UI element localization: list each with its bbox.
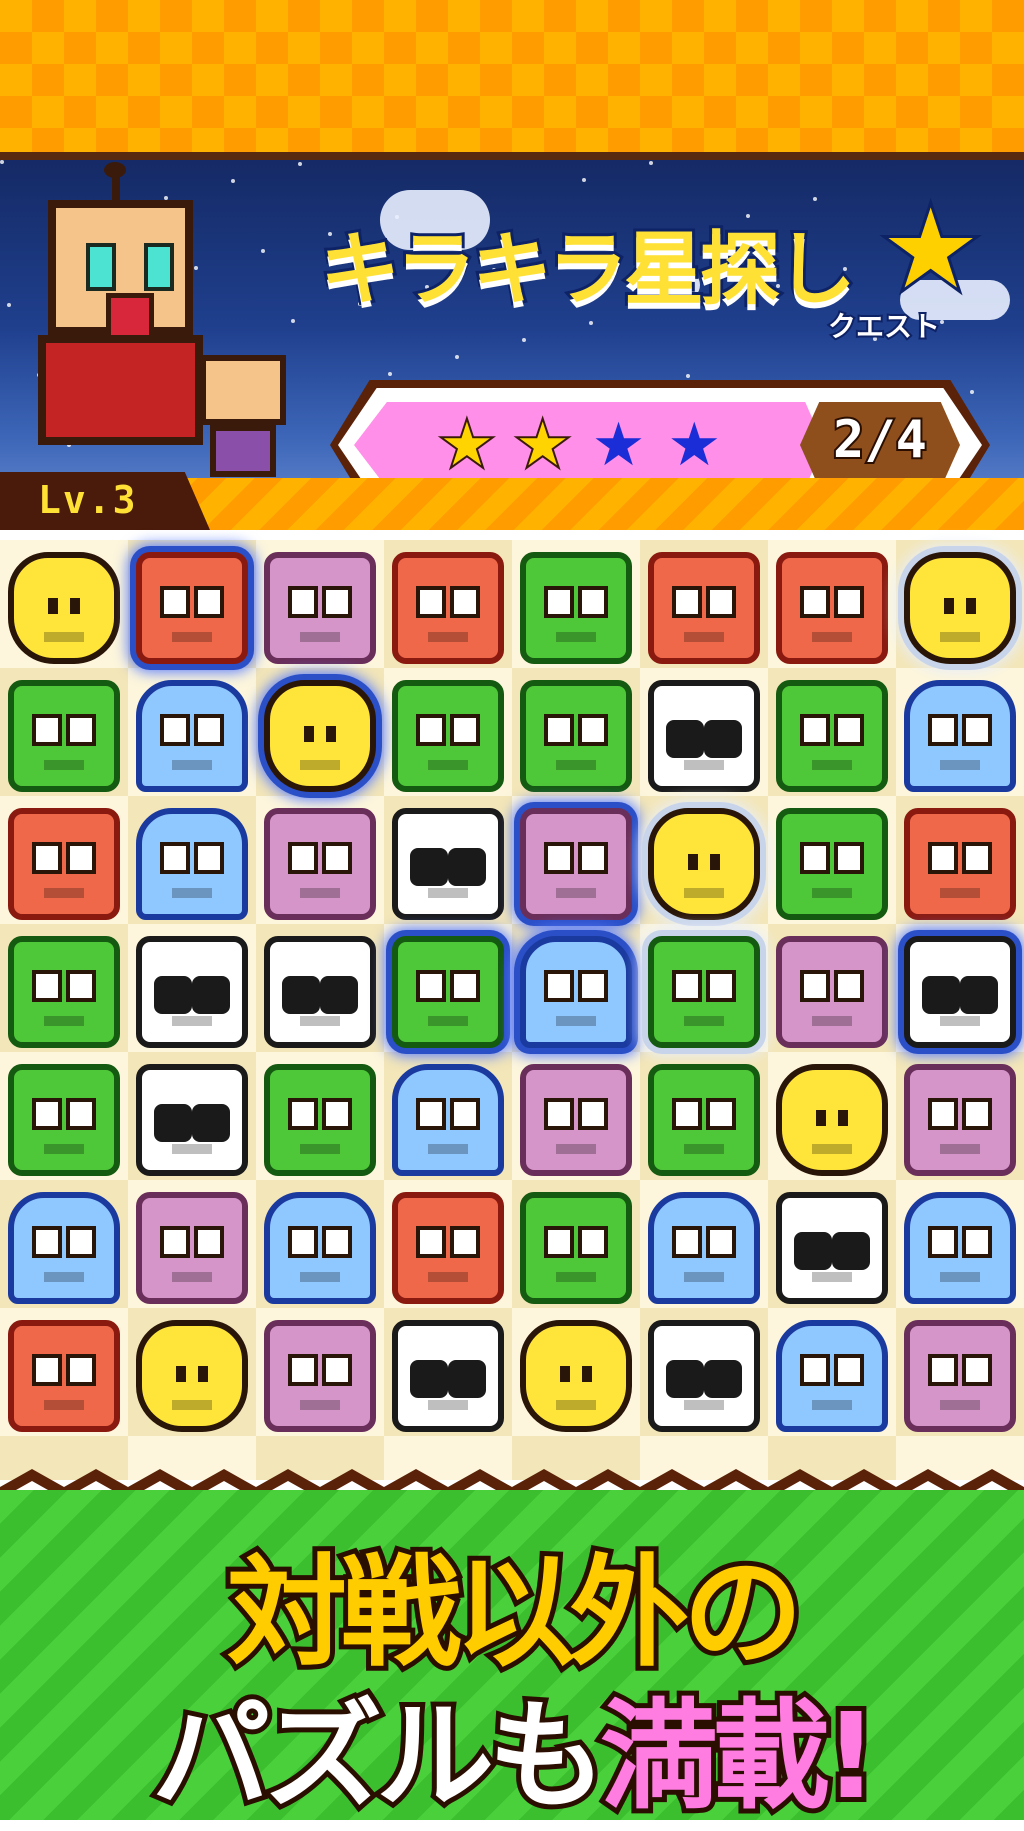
- frog-tile[interactable]: [8, 936, 120, 1048]
- monkey-tile[interactable]: [776, 552, 888, 664]
- quest-title: キラキラ星探し クエスト ★: [317, 182, 983, 345]
- frog-tile[interactable]: [264, 1064, 376, 1176]
- elephant-tile[interactable]: [8, 1192, 120, 1304]
- hippo-tile[interactable]: [264, 552, 376, 664]
- giraffe-tile[interactable]: [8, 552, 120, 664]
- hippo-tile[interactable]: [904, 1320, 1016, 1432]
- sky-star-dot: [7, 303, 11, 307]
- star-collected-icon: ★: [514, 408, 572, 482]
- panda-tile[interactable]: [136, 1064, 248, 1176]
- elephant-tile[interactable]: [136, 680, 248, 792]
- panda-tile[interactable]: [648, 680, 760, 792]
- elephant-tile[interactable]: [904, 680, 1016, 792]
- hippo-tile[interactable]: [520, 808, 632, 920]
- monkey-tile[interactable]: [8, 1320, 120, 1432]
- star-collected-icon: ★: [438, 408, 496, 482]
- elephant-tile[interactable]: [264, 1192, 376, 1304]
- sky-star-dot: [231, 179, 235, 183]
- monkey-tile[interactable]: [8, 808, 120, 920]
- hippo-tile[interactable]: [264, 1320, 376, 1432]
- kid-character: [200, 355, 290, 485]
- frog-tile[interactable]: [520, 1192, 632, 1304]
- frog-tile[interactable]: [776, 680, 888, 792]
- elephant-tile[interactable]: [136, 808, 248, 920]
- hippo-tile[interactable]: [520, 1064, 632, 1176]
- giraffe-tile[interactable]: [264, 680, 376, 792]
- sky-star-dot: [649, 161, 653, 165]
- level-label: Lv.3: [38, 478, 138, 522]
- sky-star-dot: [455, 355, 459, 359]
- monkey-tile[interactable]: [904, 808, 1016, 920]
- sky-star-dot: [522, 338, 526, 342]
- promo-line-2-pink: 満載!: [595, 1682, 883, 1830]
- giraffe-tile[interactable]: [648, 808, 760, 920]
- monkey-tile[interactable]: [392, 1192, 504, 1304]
- promo-line-2-white: パズルも: [147, 1682, 611, 1830]
- sky-star-dot: [582, 178, 586, 182]
- panda-tile[interactable]: [264, 936, 376, 1048]
- sky-star-dot: [388, 372, 392, 376]
- frog-tile[interactable]: [8, 1064, 120, 1176]
- panda-tile[interactable]: [776, 1192, 888, 1304]
- star-count: 2/4: [831, 408, 929, 472]
- puzzle-board[interactable]: [0, 540, 1024, 1480]
- sky-star-dot: [686, 374, 690, 378]
- giraffe-tile[interactable]: [136, 1320, 248, 1432]
- elephant-tile[interactable]: [776, 1320, 888, 1432]
- elephant-tile[interactable]: [392, 1064, 504, 1176]
- frog-tile[interactable]: [648, 936, 760, 1048]
- title-star-icon: ★: [878, 182, 983, 316]
- frog-tile[interactable]: [520, 680, 632, 792]
- giraffe-tile[interactable]: [904, 552, 1016, 664]
- sky-star-dot: [298, 162, 302, 166]
- elephant-tile[interactable]: [520, 936, 632, 1048]
- star-empty-icon: ★: [591, 410, 646, 480]
- monkey-tile[interactable]: [392, 552, 504, 664]
- panda-tile[interactable]: [648, 1320, 760, 1432]
- sky-star-dot: [0, 160, 4, 164]
- panda-tile[interactable]: [136, 936, 248, 1048]
- star-progress-icons: ★ ★ ★ ★: [438, 408, 722, 482]
- giraffe-tile[interactable]: [776, 1064, 888, 1176]
- monkey-tile[interactable]: [648, 552, 760, 664]
- elephant-tile[interactable]: [648, 1192, 760, 1304]
- giraffe-tile[interactable]: [520, 1320, 632, 1432]
- sky-star-dot: [261, 249, 265, 253]
- hippo-tile[interactable]: [776, 936, 888, 1048]
- hippo-tile[interactable]: [264, 808, 376, 920]
- sky-star-dot: [813, 197, 817, 201]
- frog-tile[interactable]: [776, 808, 888, 920]
- monkey-tile[interactable]: [136, 552, 248, 664]
- quest-title-text: キラキラ星探し: [317, 220, 859, 319]
- robot-character: [20, 162, 220, 470]
- frog-tile[interactable]: [8, 680, 120, 792]
- frog-tile[interactable]: [392, 680, 504, 792]
- hippo-tile[interactable]: [904, 1064, 1016, 1176]
- elephant-tile[interactable]: [904, 1192, 1016, 1304]
- hippo-tile[interactable]: [136, 1192, 248, 1304]
- frog-tile[interactable]: [520, 552, 632, 664]
- frog-tile[interactable]: [392, 936, 504, 1048]
- panda-tile[interactable]: [904, 936, 1016, 1048]
- promo-line-2: パズルも満載!: [0, 1660, 1024, 1831]
- panda-tile[interactable]: [392, 1320, 504, 1432]
- star-empty-icon: ★: [667, 410, 722, 480]
- sky-star-dot: [291, 319, 295, 323]
- top-checker-border: [0, 0, 1024, 160]
- frog-tile[interactable]: [648, 1064, 760, 1176]
- panda-tile[interactable]: [392, 808, 504, 920]
